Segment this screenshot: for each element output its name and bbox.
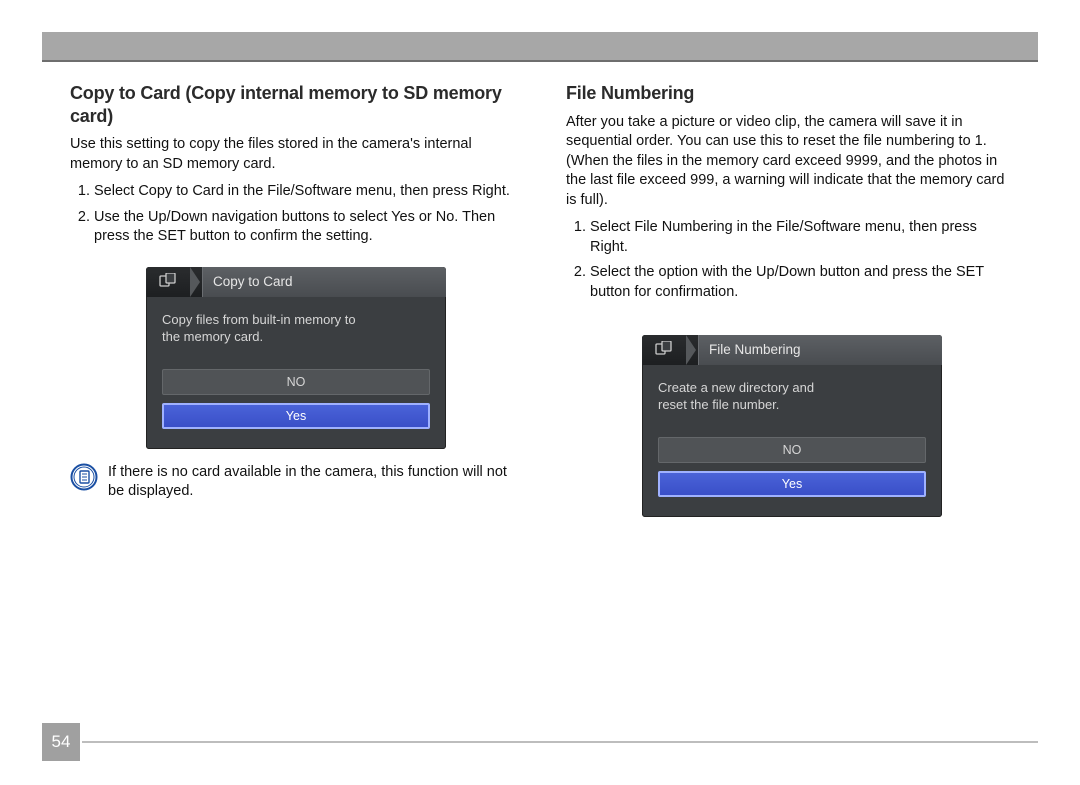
chevron-right-icon <box>686 335 696 365</box>
step: Select Copy to Card in the File/Software… <box>94 182 522 202</box>
step: Select File Numbering in the File/Softwa… <box>590 218 1018 257</box>
camera-ui-options: NO Yes <box>146 355 446 449</box>
camera-ui-header: Copy to Card <box>146 267 446 297</box>
camera-ui-body: Create a new directory and reset the fil… <box>642 365 942 423</box>
camera-ui-body-line: Copy files from built-in memory to <box>162 311 430 329</box>
heading-copy-to-card: Copy to Card (Copy internal memory to SD… <box>70 82 522 127</box>
note-copy-to-card: If there is no card available in the cam… <box>70 463 522 502</box>
step: Select the option with the Up/Down butto… <box>590 263 1018 302</box>
camera-ui-body-line: reset the file number. <box>658 396 926 414</box>
option-yes[interactable]: Yes <box>658 471 926 497</box>
heading-file-numbering: File Numbering <box>566 82 1018 105</box>
camera-ui-body-line: Create a new directory and <box>658 379 926 397</box>
note-text: If there is no card available in the cam… <box>108 463 522 502</box>
col-copy-to-card: Copy to Card (Copy internal memory to SD… <box>70 82 522 531</box>
footer-rule <box>82 741 1038 743</box>
page-content: Copy to Card (Copy internal memory to SD… <box>70 82 1018 531</box>
camera-ui-header: File Numbering <box>642 335 942 365</box>
memory-card-icon <box>642 341 686 358</box>
camera-ui-body: Copy files from built-in memory to the m… <box>146 297 446 355</box>
col-file-numbering: File Numbering After you take a picture … <box>566 82 1018 531</box>
steps-copy-to-card: Select Copy to Card in the File/Software… <box>70 182 522 247</box>
intro-copy-to-card: Use this setting to copy the files store… <box>70 135 522 174</box>
note-icon <box>70 463 98 498</box>
camera-ui-file-numbering: File Numbering Create a new directory an… <box>642 335 942 517</box>
page-top-bar <box>42 32 1038 62</box>
page-number: 54 <box>42 723 80 761</box>
camera-ui-options: NO Yes <box>642 423 942 517</box>
camera-ui-title: File Numbering <box>698 335 942 365</box>
option-no[interactable]: NO <box>658 437 926 463</box>
option-yes[interactable]: Yes <box>162 403 430 429</box>
step: Use the Up/Down navigation buttons to se… <box>94 208 522 247</box>
intro-file-numbering: After you take a picture or video clip, … <box>566 113 1018 211</box>
camera-ui-copy-to-card: Copy to Card Copy files from built-in me… <box>146 267 446 449</box>
option-no[interactable]: NO <box>162 369 430 395</box>
steps-file-numbering: Select File Numbering in the File/Softwa… <box>566 218 1018 302</box>
camera-ui-body-line: the memory card. <box>162 328 430 346</box>
memory-card-icon <box>146 273 190 290</box>
chevron-right-icon <box>190 267 200 297</box>
camera-ui-title: Copy to Card <box>202 267 446 297</box>
